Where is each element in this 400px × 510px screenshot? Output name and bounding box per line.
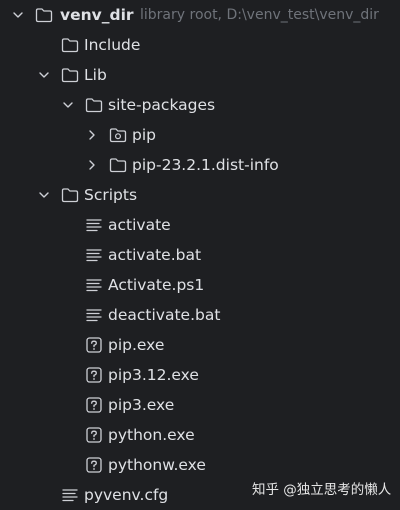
tree-row-pip-dist-info[interactable]: pip-23.2.1.dist-info	[0, 150, 400, 180]
file-name: pip.exe	[108, 336, 165, 354]
chevron-down-icon[interactable]	[36, 67, 52, 83]
file-name: pip3.exe	[108, 396, 175, 414]
project-tree: venv_dir library root, D:\venv_test\venv…	[0, 0, 400, 510]
unknown-file-icon	[86, 427, 102, 443]
folder-icon	[109, 158, 127, 173]
tree-row-file[interactable]: python.exe	[0, 420, 400, 450]
chevron-down-icon[interactable]	[36, 187, 52, 203]
tree-row-file[interactable]: Activate.ps1	[0, 270, 400, 300]
text-file-icon	[86, 309, 102, 322]
text-file-icon	[62, 489, 78, 502]
chevron-right-icon[interactable]	[84, 157, 100, 173]
text-file-icon	[86, 249, 102, 262]
folder-name-pip-dist-info: pip-23.2.1.dist-info	[132, 156, 279, 174]
file-name: python.exe	[108, 426, 195, 444]
unknown-file-icon	[86, 457, 102, 473]
unknown-file-icon	[86, 367, 102, 383]
root-folder-meta: library root, D:\venv_test\venv_dir	[140, 7, 379, 23]
unknown-file-icon	[86, 397, 102, 413]
folder-name-pip: pip	[132, 126, 156, 144]
folder-name-site-packages: site-packages	[108, 96, 216, 114]
folder-name-lib: Lib	[84, 66, 107, 84]
tree-row-file[interactable]: pip3.12.exe	[0, 360, 400, 390]
folder-name-scripts: Scripts	[84, 186, 138, 204]
file-name: Activate.ps1	[108, 276, 205, 294]
tree-row-file[interactable]: pip3.exe	[0, 390, 400, 420]
folder-name-include: Include	[84, 36, 141, 54]
file-name: activate	[108, 216, 171, 234]
tree-row-file[interactable]: pip.exe	[0, 330, 400, 360]
chevron-right-icon[interactable]	[84, 127, 100, 143]
file-name: activate.bat	[108, 246, 202, 264]
file-name: deactivate.bat	[108, 306, 221, 324]
tree-row-lib[interactable]: Lib	[0, 60, 400, 90]
folder-icon	[61, 38, 79, 53]
folder-icon	[85, 98, 103, 113]
tree-row-pip[interactable]: pip	[0, 120, 400, 150]
folder-icon	[61, 68, 79, 83]
text-file-icon	[86, 279, 102, 292]
chevron-down-icon[interactable]	[60, 97, 76, 113]
file-name: pythonw.exe	[108, 456, 206, 474]
tree-row-site-packages[interactable]: site-packages	[0, 90, 400, 120]
tree-row-file[interactable]: activate.bat	[0, 240, 400, 270]
tree-row-scripts[interactable]: Scripts	[0, 180, 400, 210]
watermark-text: 知乎 @独立思考的懒人	[252, 482, 392, 498]
tree-row-include[interactable]: Include	[0, 30, 400, 60]
tree-row-file[interactable]: pythonw.exe	[0, 450, 400, 480]
file-name: pip3.12.exe	[108, 366, 199, 384]
unknown-file-icon	[86, 337, 102, 353]
chevron-down-icon[interactable]	[10, 7, 26, 23]
package-folder-icon	[109, 128, 127, 143]
file-name-pyvenv-cfg: pyvenv.cfg	[84, 486, 169, 504]
tree-row-venv-dir[interactable]: venv_dir library root, D:\venv_test\venv…	[0, 0, 400, 30]
folder-icon	[35, 8, 53, 23]
text-file-icon	[86, 219, 102, 232]
tree-row-file[interactable]: deactivate.bat	[0, 300, 400, 330]
root-folder-name: venv_dir	[60, 6, 134, 24]
tree-row-file[interactable]: activate	[0, 210, 400, 240]
folder-icon	[61, 188, 79, 203]
